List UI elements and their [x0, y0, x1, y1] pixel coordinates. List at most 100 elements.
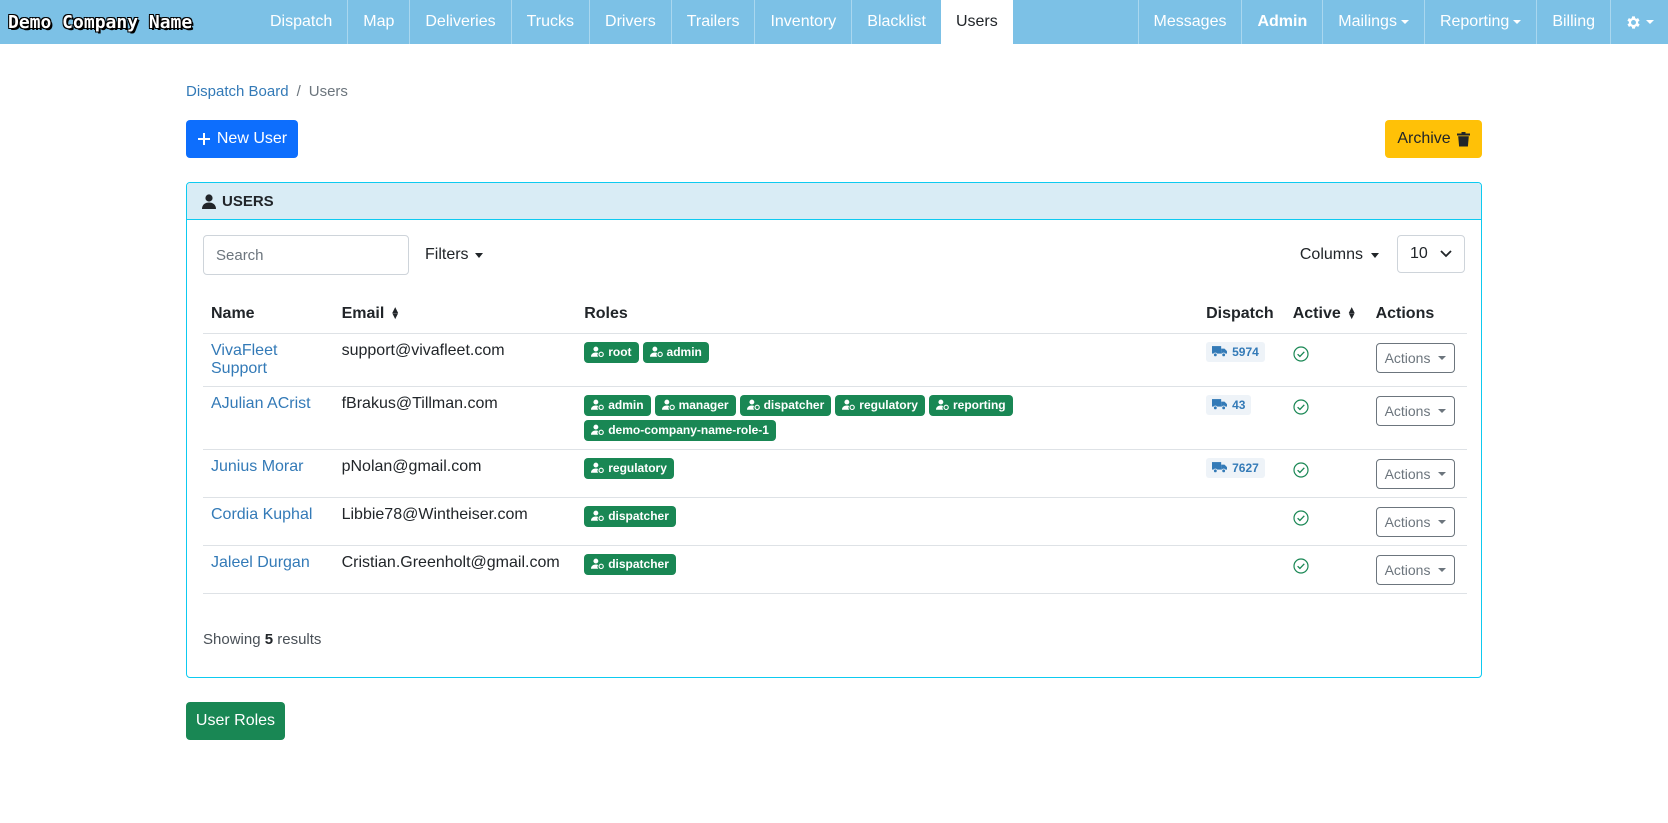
nav-item-billing[interactable]: Billing	[1536, 0, 1610, 44]
filters-dropdown[interactable]: Filters	[425, 235, 483, 275]
cell-roles: dispatcher	[576, 545, 1199, 594]
user-roles-button[interactable]: User Roles	[186, 702, 285, 740]
cell-dispatch: 43	[1198, 386, 1285, 450]
cell-email: Cristian.Greenholt@gmail.com	[333, 545, 577, 594]
nav-item-label: Reporting	[1439, 13, 1510, 30]
nav-item-trailers[interactable]: Trailers	[670, 0, 755, 44]
role-badge: dispatcher	[584, 505, 676, 527]
column-header-email[interactable]: Email ▲ ▼	[333, 295, 577, 334]
cell-name: Cordia Kuphal	[203, 497, 334, 546]
nav-item-reporting[interactable]: Reporting	[1423, 0, 1536, 44]
archive-label: Archive	[1397, 130, 1451, 147]
user-name-link[interactable]: Cordia Kuphal	[211, 506, 312, 523]
actions-label: Actions	[1384, 349, 1431, 366]
cell-email: support@vivafleet.com	[333, 333, 577, 387]
table-header-row: Name Email ▲ ▼ Roles Dispatch Active ▲ ▼ Act…	[203, 295, 1467, 334]
nav-item-trucks[interactable]: Trucks	[510, 0, 589, 44]
user-name-link[interactable]: VivaFleet Support	[211, 342, 277, 377]
row-actions-dropdown[interactable]: Actions	[1375, 506, 1456, 537]
nav-item-messages[interactable]: Messages	[1137, 0, 1242, 44]
cell-active	[1284, 545, 1368, 594]
nav-item-mailings[interactable]: Mailings	[1322, 0, 1424, 44]
role-label: regulatory	[608, 460, 667, 475]
nav-item-label: Mailings	[1338, 13, 1397, 30]
role-label: reporting	[952, 397, 1006, 412]
cell-active	[1284, 386, 1368, 450]
row-actions-dropdown[interactable]: Actions	[1375, 342, 1456, 373]
results-count: 5	[264, 631, 274, 648]
column-header-name: Name	[203, 295, 334, 334]
nav-item-dispatch[interactable]: Dispatch	[255, 0, 347, 44]
user-gear-icon	[591, 510, 605, 521]
sort-icon[interactable]: ▲ ▼	[1347, 305, 1357, 321]
truck-icon	[1212, 346, 1228, 357]
nav-item-inventory[interactable]: Inventory	[754, 0, 851, 44]
user-gear-icon	[591, 462, 605, 473]
dispatch-badge[interactable]: 43	[1206, 394, 1252, 415]
breadcrumb-dispatch-board[interactable]: Dispatch Board	[186, 83, 289, 100]
role-badge: regulatory	[584, 457, 674, 479]
page-size-select[interactable]: 10	[1397, 235, 1465, 273]
nav-item-users[interactable]: Users	[940, 0, 1013, 44]
nav-item-blacklist[interactable]: Blacklist	[851, 0, 941, 44]
cell-roles: admin manager dispatcher regulatory reportin…	[576, 386, 1199, 450]
user-roles-label: User Roles	[195, 712, 276, 729]
cell-roles: regulatory	[576, 449, 1199, 498]
column-header-active[interactable]: Active ▲ ▼	[1284, 295, 1368, 334]
role-badge: root	[584, 341, 639, 363]
nav-item-label: Blacklist	[867, 13, 926, 30]
nav-item-label: Trucks	[526, 13, 575, 30]
row-actions-dropdown[interactable]: Actions	[1375, 458, 1456, 489]
user-email: support@vivafleet.com	[341, 341, 505, 359]
breadcrumb-separator: /	[296, 83, 301, 100]
cell-email: pNolan@gmail.com	[333, 449, 577, 498]
new-user-button[interactable]: New User	[186, 120, 298, 158]
new-user-label: New User	[216, 130, 288, 147]
row-actions-dropdown[interactable]: Actions	[1375, 395, 1456, 426]
page-size-value: 10	[1410, 245, 1428, 262]
user-name-link[interactable]: AJulian ACrist	[211, 395, 311, 412]
role-label: manager	[678, 397, 729, 412]
caret-down-icon	[1400, 20, 1409, 24]
nav-item-deliveries[interactable]: Deliveries	[409, 0, 510, 44]
search-input[interactable]	[203, 235, 409, 275]
caret-down-icon	[1438, 355, 1447, 360]
truck-icon	[1212, 399, 1228, 410]
archive-button[interactable]: Archive	[1385, 120, 1482, 158]
user-gear-icon	[746, 399, 760, 410]
cell-actions: Actions	[1367, 449, 1467, 498]
cell-active	[1284, 449, 1368, 498]
check-circle-icon	[1293, 461, 1309, 478]
user-name-link[interactable]: Jaleel Durgan	[211, 554, 310, 571]
nav-item-map[interactable]: Map	[347, 0, 409, 44]
caret-down-icon	[1513, 20, 1522, 24]
nav-left: Dispatch Map Deliveries Trucks Drivers Traile…	[255, 0, 1013, 44]
user-gear-icon	[591, 399, 605, 410]
gear-icon	[1627, 15, 1640, 29]
cell-actions: Actions	[1367, 386, 1467, 450]
settings-menu[interactable]	[1610, 0, 1668, 44]
user-gear-icon	[935, 399, 949, 410]
caret-down-icon	[1438, 471, 1447, 476]
user-email: Libbie78@Wintheiser.com	[341, 505, 528, 523]
caret-down-icon	[1438, 408, 1447, 413]
sort-icon[interactable]: ▲ ▼	[390, 305, 400, 321]
users-table: Name Email ▲ ▼ Roles Dispatch Active ▲ ▼ Act…	[203, 295, 1467, 594]
user-name-link[interactable]: Junius Morar	[211, 458, 303, 475]
column-header-dispatch: Dispatch	[1198, 295, 1285, 334]
dispatch-badge[interactable]: 7627	[1206, 457, 1265, 478]
columns-dropdown[interactable]: Columns	[1300, 235, 1379, 275]
role-badge: regulatory	[835, 394, 925, 416]
trash-icon	[1456, 131, 1470, 146]
nav-item-drivers[interactable]: Drivers	[589, 0, 671, 44]
nav-item-label: Map	[363, 13, 395, 30]
row-actions-dropdown[interactable]: Actions	[1375, 554, 1456, 585]
brand-logo[interactable]: Demo Company Name	[0, 0, 255, 44]
nav-item-label: Deliveries	[425, 13, 496, 30]
cell-dispatch: 5974	[1198, 333, 1285, 387]
nav-item-admin[interactable]: Admin	[1241, 0, 1322, 44]
nav-item-label: Messages	[1153, 13, 1227, 30]
caret-down-icon	[1371, 252, 1379, 258]
card-header: USERS	[187, 183, 1481, 220]
dispatch-badge[interactable]: 5974	[1206, 341, 1265, 362]
